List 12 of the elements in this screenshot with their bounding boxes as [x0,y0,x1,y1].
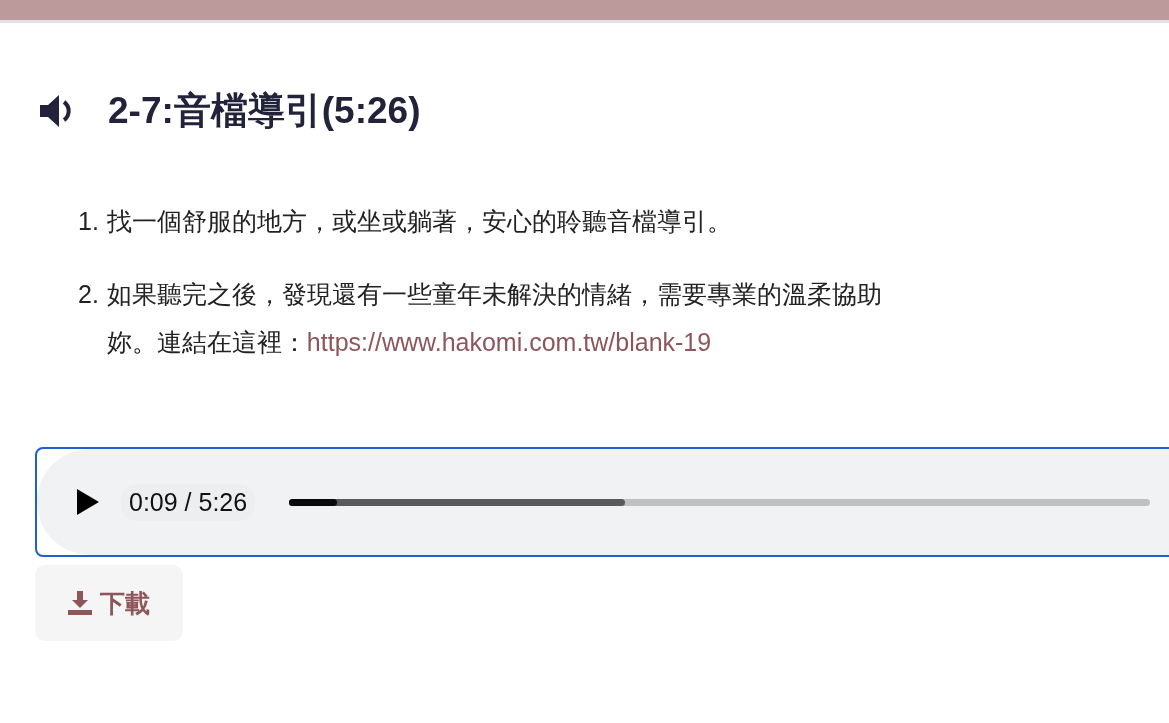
step-number: 1. [78,206,99,237]
play-button[interactable] [77,489,99,515]
lesson-title: 2-7:音檔導引(5:26) [108,89,421,133]
step-text: 如果聽完之後，發現還有一些童年未解決的情緒，需要專業的溫柔協助 妳。連結在這裡：https://www.hakomi.com.tw/blank-19 [106,279,882,358]
time-readout: 0:09 / 5:26 [121,483,256,521]
link[interactable]: https://www.hakomi.com.tw/blank-19 [306,328,712,356]
step-text: 找一個舒服的地方，或坐或躺著，安心的聆聽音檔導引。 [106,206,732,237]
step-number: 2. [78,279,99,310]
seek-bar[interactable] [289,498,1151,506]
download-button[interactable]: 下載 [35,565,183,641]
play-icon [77,489,99,515]
download-icon [68,591,92,615]
